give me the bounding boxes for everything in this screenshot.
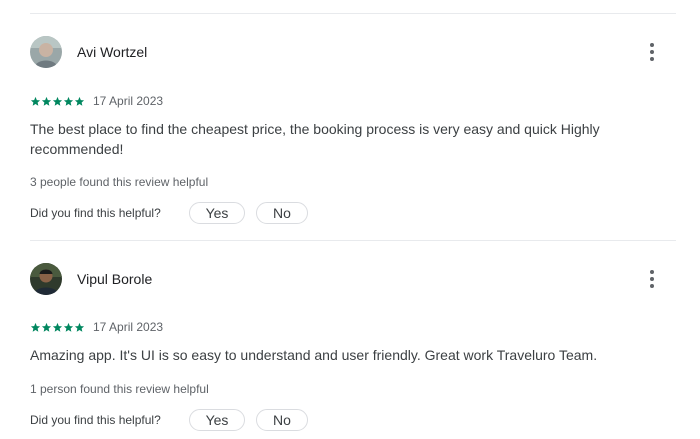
- reviewer-name: Avi Wortzel: [77, 44, 148, 60]
- star-icon: [63, 96, 74, 106]
- review-text: Amazing app. It's UI is so easy to under…: [30, 347, 598, 363]
- star-icon: [74, 322, 85, 332]
- review-divider: [30, 240, 676, 241]
- star-icon: [74, 96, 85, 106]
- star-icon: [30, 322, 41, 332]
- review-date: 17 April 2023: [93, 94, 164, 108]
- no-button[interactable]: No: [256, 202, 308, 224]
- yes-button[interactable]: Yes: [189, 409, 245, 431]
- helpful-count: 1 person found this review helpful: [30, 382, 209, 396]
- review-date: 17 April 2023: [93, 320, 164, 334]
- star-rating: [30, 322, 85, 333]
- rating-row: 17 April 2023: [30, 94, 163, 108]
- star-rating: [30, 96, 85, 107]
- rating-row: 17 April 2023: [30, 320, 163, 334]
- more-vert-icon[interactable]: [640, 267, 664, 291]
- star-icon: [52, 322, 63, 332]
- avatar: [30, 36, 62, 68]
- star-icon: [41, 96, 52, 106]
- star-icon: [52, 96, 63, 106]
- yes-button[interactable]: Yes: [189, 202, 245, 224]
- avatar: [30, 263, 62, 295]
- helpful-question: Did you find this helpful?: [30, 413, 161, 427]
- review-text: The best place to find the cheapest pric…: [30, 121, 600, 157]
- more-vert-icon[interactable]: [640, 40, 664, 64]
- review-divider: [30, 13, 676, 14]
- star-icon: [41, 322, 52, 332]
- helpful-question: Did you find this helpful?: [30, 206, 161, 220]
- star-icon: [63, 322, 74, 332]
- helpful-count: 3 people found this review helpful: [30, 175, 209, 189]
- star-icon: [30, 96, 41, 106]
- reviewer-name: Vipul Borole: [77, 271, 153, 287]
- no-button[interactable]: No: [256, 409, 308, 431]
